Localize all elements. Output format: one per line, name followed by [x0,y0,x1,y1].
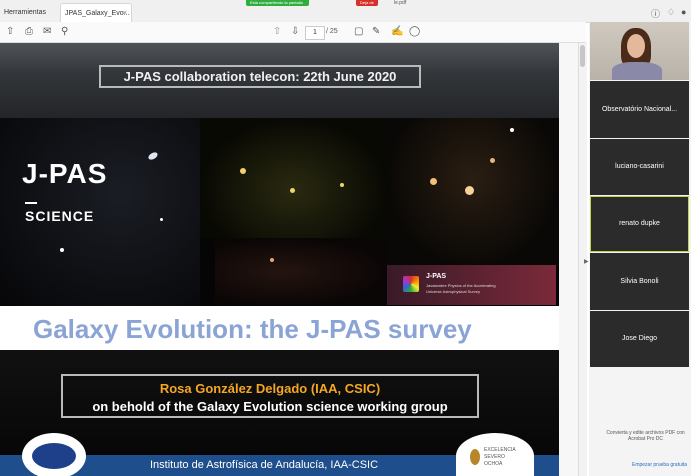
galaxy-cluster-image [200,118,387,238]
tab-document[interactable]: JPAS_Galaxy_Evo... × [60,3,132,22]
severo-ochoa-mark [470,449,480,465]
tab-document-label: JPAS_Galaxy_Evo... [65,10,130,17]
next-page-icon[interactable]: ⇩ [291,25,299,39]
participant-tile[interactable]: Observatório Nacional... [590,81,689,138]
slide-page: J-PAS collaboration telecon: 22th June 2… [0,43,559,476]
jpas-badge-line2: Universe Astrophysical Survey [426,289,481,294]
pdf-toolbar: ⇧ ⎙ ✉ ⚲ ⇧ ⇩ 1 / 25 ▢ ✎ ✍ ◯ [0,22,586,43]
slide-header: J-PAS collaboration telecon: 22th June 2… [0,43,559,118]
document-margin [559,43,578,476]
slide-title: Galaxy Evolution: the J-PAS survey [33,314,472,344]
jpas-badge-title: J-PAS [426,273,447,280]
pen-icon[interactable]: ✎ [372,25,380,39]
iaa-logo-mark [32,443,76,469]
iaa-logo [22,433,86,476]
close-tab-icon[interactable]: × [123,4,127,23]
jpas-badge-line1: Javalambre Physics of the Accelerating [426,283,496,288]
star-dot [490,158,495,163]
tab-bar: Herramientas JPAS_Galaxy_Evo... × Está c… [0,0,691,23]
survey-banner-image: J-PAS SCIENCE J-PAS Javalambre Physics o… [0,118,559,306]
print-icon[interactable]: ⎙ [25,25,33,39]
star-dot [430,178,437,185]
star-dot [340,183,344,187]
ochoa-label: OCHOA [484,461,503,467]
scrollbar-thumb[interactable] [580,45,585,67]
star-dot [270,258,274,262]
page-total: / 25 [326,28,338,35]
participant-tile[interactable]: luciano-casarini [590,139,689,195]
acrobat-promo-text: Convierta y edite archivos PDF con Acrob… [606,430,685,442]
search-icon[interactable]: ⚲ [61,25,68,39]
comment-icon[interactable]: ▢ [354,25,363,39]
tag-icon[interactable]: ◯ [409,25,420,39]
author-name: Rosa González Delgado (IAA, CSIC) [159,381,381,396]
speaker-body [612,62,662,80]
author-box: Rosa González Delgado (IAA, CSIC) on beh… [61,374,479,418]
screen-share-indicator: Está compartiendo la pantalla [246,0,309,6]
logo-divider [25,202,37,204]
star-dot [60,248,64,252]
telecon-title: J-PAS collaboration telecon: 22th June 2… [99,65,421,88]
collapse-panel-icon[interactable]: ▶ [584,258,589,265]
jpas-logo-icon [403,276,419,292]
file-name-fragment: le.pdf [394,0,407,6]
participant-tile-active[interactable]: renato dupke [590,196,689,252]
deep-field-image [215,238,387,306]
jpas-logo-text: J-PAS [22,158,108,189]
help-icon[interactable]: ⓘ [651,7,660,20]
email-icon[interactable]: ✉ [43,25,51,39]
bell-icon[interactable]: ♢ [667,7,675,18]
severo-ochoa-logo: EXCELENCIA SEVERO OCHOA [456,433,534,476]
speaker-face [627,34,645,58]
sign-icon[interactable]: ✍ [391,25,403,39]
video-panel: Observatório Nacional... luciano-casarin… [589,22,691,476]
star-dot [160,218,163,221]
upload-icon[interactable]: ⇧ [6,25,14,39]
active-speaker-video[interactable] [590,22,689,80]
participant-tile[interactable]: Jose Diego [590,311,689,367]
institute-name: Instituto de Astrofísica de Andalucía, I… [150,459,379,471]
jpas-science-text: SCIENCE [25,208,95,224]
excellence-label: EXCELENCIA [484,447,516,453]
star-dot [240,168,246,174]
star-dot [510,128,514,132]
previous-page-icon[interactable]: ⇧ [273,25,281,39]
participant-tile[interactable]: Silvia Bonoli [590,253,689,310]
severo-label: SEVERO [484,454,505,460]
working-group-text: on behold of the Galaxy Evolution scienc… [92,399,448,414]
tab-tools[interactable]: Herramientas [0,3,58,22]
star-dot [290,188,295,193]
free-trial-link[interactable]: Empezar prueba gratuita [632,462,687,468]
star-dot [465,186,474,195]
account-icon[interactable]: ● [681,7,686,17]
stop-share-button[interactable]: Deja de [356,0,378,6]
jpas-survey-badge: J-PAS Javalambre Physics of the Accelera… [387,265,556,305]
page-number-input[interactable]: 1 [305,26,325,40]
title-band: Galaxy Evolution: the J-PAS survey [0,306,559,350]
